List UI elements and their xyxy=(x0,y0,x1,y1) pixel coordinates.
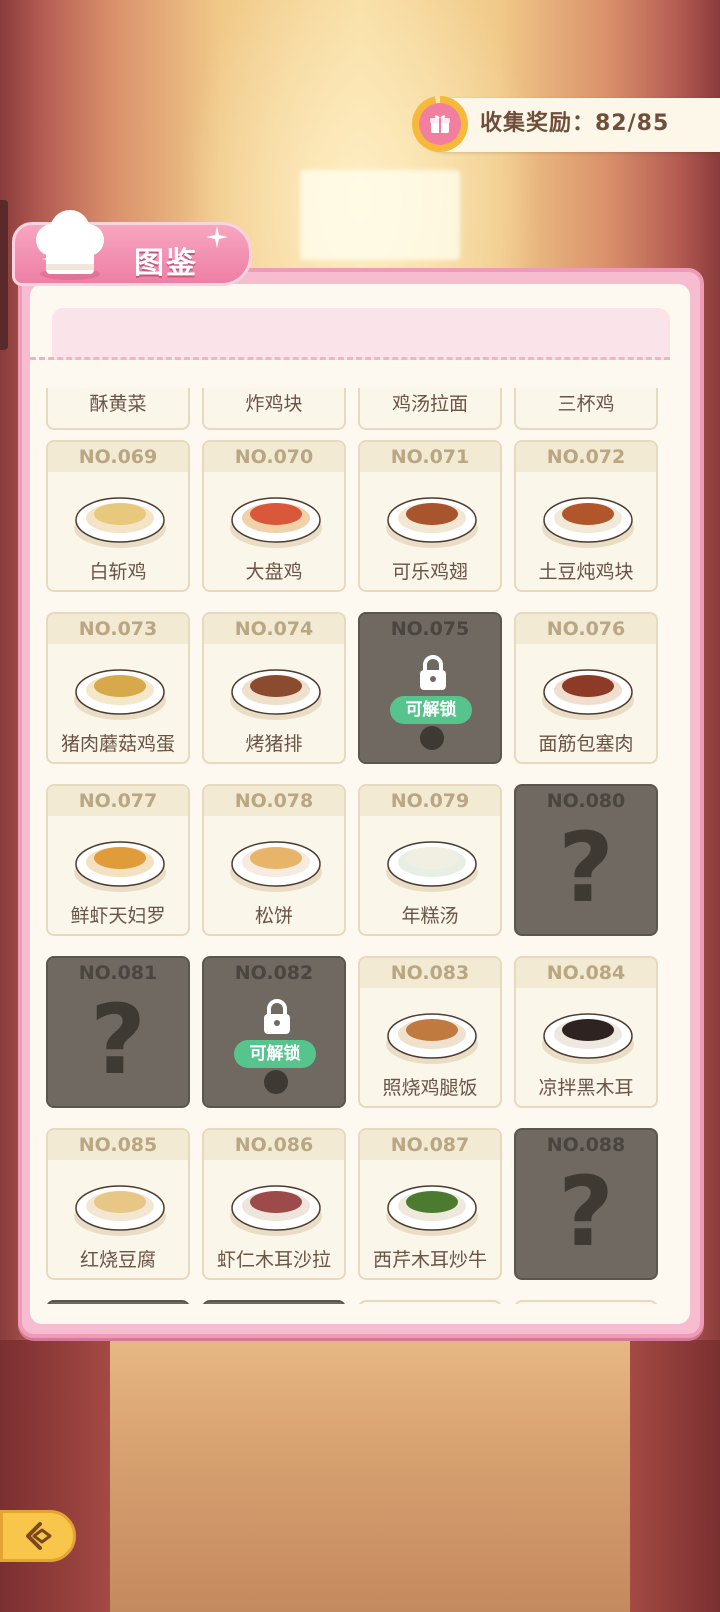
silhouette-dot xyxy=(264,1070,288,1094)
dish-image xyxy=(386,497,478,548)
recipe-name: 西芹木耳炒牛 xyxy=(372,1249,487,1271)
recipe-name: 猪肉蘑菇鸡蛋 xyxy=(60,733,175,755)
recipe-number: NO.071 xyxy=(360,442,500,472)
recipe-card[interactable] xyxy=(46,1300,190,1304)
recipe-name: 土豆炖鸡块 xyxy=(538,561,634,583)
recipe-number: NO.082 xyxy=(234,962,314,984)
dish-image xyxy=(542,1013,634,1064)
recipe-card[interactable]: NO.072 土豆炖鸡块 xyxy=(514,440,658,592)
recipe-card[interactable]: NO.080? xyxy=(514,784,658,936)
recipe-number: NO.079 xyxy=(360,786,500,816)
recipe-name: 白斩鸡 xyxy=(89,561,147,583)
recipe-number: NO.078 xyxy=(204,786,344,816)
recipe-card[interactable]: NO.075 可解锁 xyxy=(358,612,502,764)
recipe-card[interactable]: NO.076 面筋包塞肉 xyxy=(514,612,658,764)
recipe-card[interactable]: NO.078 松饼 xyxy=(202,784,346,936)
recipe-card[interactable]: NO.085 红烧豆腐 xyxy=(46,1128,190,1280)
dish-image xyxy=(230,497,322,548)
lock-icon xyxy=(264,999,290,1034)
silhouette-dot xyxy=(420,726,444,750)
recipe-number: NO.087 xyxy=(360,1130,500,1160)
recipe-name: 面筋包塞肉 xyxy=(538,733,634,755)
ceiling-light xyxy=(300,170,460,260)
recipe-name: 酥黄菜 xyxy=(89,393,147,415)
recipe-name: 年糕汤 xyxy=(401,905,459,927)
sparkle-icon xyxy=(206,226,228,248)
recipe-card[interactable]: NO.088? xyxy=(514,1128,658,1280)
recipe-name: 炸鸡块 xyxy=(245,393,303,415)
recipe-name: 大盘鸡 xyxy=(245,561,303,583)
recipe-number: NO.083 xyxy=(360,958,500,988)
lock-icon xyxy=(420,655,446,690)
recipe-number: NO.070 xyxy=(204,442,344,472)
dish-image xyxy=(230,1185,322,1236)
recipe-name: 三杯鸡 xyxy=(557,393,615,415)
reward-progress-text: 收集奖励：82/85 xyxy=(480,111,670,136)
dish-image xyxy=(74,669,166,720)
recipe-card[interactable]: NO.070 大盘鸡 xyxy=(202,440,346,592)
recipe-name: 鸡汤拉面 xyxy=(391,393,468,415)
recipe-number: NO.072 xyxy=(516,442,656,472)
recipe-number: NO.073 xyxy=(48,614,188,644)
dish-image xyxy=(386,841,478,892)
unlockable-badge[interactable]: 可解锁 xyxy=(234,1040,316,1068)
recipe-card[interactable]: NO.086 虾仁木耳沙拉 xyxy=(202,1128,346,1280)
recipe-card[interactable] xyxy=(202,1300,346,1304)
dish-image xyxy=(74,497,166,548)
recipe-number: NO.069 xyxy=(48,442,188,472)
dish-image xyxy=(74,841,166,892)
recipe-grid[interactable]: 酥黄菜 炸鸡块 鸡汤拉面 三杯鸡 NO.069 白斩鸡 NO.070 大盘鸡 NO.07… xyxy=(30,388,690,1304)
back-button[interactable] xyxy=(0,1510,76,1562)
chef-hat-icon xyxy=(36,210,104,280)
recipe-number: NO.076 xyxy=(516,614,656,644)
dish-image xyxy=(542,669,634,720)
recipe-card[interactable]: NO.082 可解锁 xyxy=(202,956,346,1108)
unknown-recipe-mark: ? xyxy=(558,812,614,924)
recipe-card[interactable]: NO.077 鲜虾天妇罗 xyxy=(46,784,190,936)
recipe-card[interactable]: NO.071 可乐鸡翅 xyxy=(358,440,502,592)
unlockable-badge[interactable]: 可解锁 xyxy=(390,696,472,724)
side-handle xyxy=(0,200,8,350)
recipe-number: NO.075 xyxy=(390,618,470,640)
recipe-card[interactable]: NO.084 凉拌黑木耳 xyxy=(514,956,658,1108)
page-title: 图鉴 xyxy=(134,246,198,281)
dish-image xyxy=(230,841,322,892)
recipe-card[interactable] xyxy=(358,1300,502,1304)
recipe-name: 松饼 xyxy=(254,905,293,927)
recipe-card[interactable]: NO.081? xyxy=(46,956,190,1108)
dish-image xyxy=(386,1185,478,1236)
back-arrow-icon xyxy=(26,1522,52,1550)
recipe-name: 红烧豆腐 xyxy=(79,1249,156,1271)
recipe-name: 凉拌黑木耳 xyxy=(538,1077,634,1099)
recipe-number: NO.077 xyxy=(48,786,188,816)
dish-image xyxy=(74,1185,166,1236)
recipe-number: NO.084 xyxy=(516,958,656,988)
recipe-card[interactable]: 酥黄菜 xyxy=(46,388,190,430)
recipe-card[interactable]: 鸡汤拉面 xyxy=(358,388,502,430)
unknown-recipe-mark: ? xyxy=(558,1156,614,1268)
recipe-card[interactable]: 炸鸡块 xyxy=(202,388,346,430)
recipe-number: NO.074 xyxy=(204,614,344,644)
recipe-card[interactable] xyxy=(514,1300,658,1304)
recipe-card[interactable]: NO.069 白斩鸡 xyxy=(46,440,190,592)
dish-image xyxy=(230,669,322,720)
background-floor xyxy=(0,1340,720,1612)
recipe-card[interactable]: NO.087 西芹木耳炒牛 xyxy=(358,1128,502,1280)
recipe-name: 虾仁木耳沙拉 xyxy=(216,1249,331,1271)
recipe-card[interactable]: NO.079 年糕汤 xyxy=(358,784,502,936)
recipe-name: 烤猪排 xyxy=(245,733,303,755)
recipe-name: 照烧鸡腿饭 xyxy=(382,1077,478,1099)
recipe-name: 可乐鸡翅 xyxy=(391,561,468,583)
recipe-name: 鲜虾天妇罗 xyxy=(70,905,166,927)
dish-image xyxy=(542,497,634,548)
recipe-number: NO.085 xyxy=(48,1130,188,1160)
recipe-card[interactable]: NO.073 猪肉蘑菇鸡蛋 xyxy=(46,612,190,764)
dish-image xyxy=(386,1013,478,1064)
recipe-card[interactable]: NO.083 照烧鸡腿饭 xyxy=(358,956,502,1108)
gift-icon[interactable] xyxy=(412,96,468,152)
recipe-card[interactable]: NO.074 烤猪排 xyxy=(202,612,346,764)
recipe-card[interactable]: 三杯鸡 xyxy=(514,388,658,430)
recipe-number: NO.086 xyxy=(204,1130,344,1160)
unknown-recipe-mark: ? xyxy=(90,984,146,1096)
